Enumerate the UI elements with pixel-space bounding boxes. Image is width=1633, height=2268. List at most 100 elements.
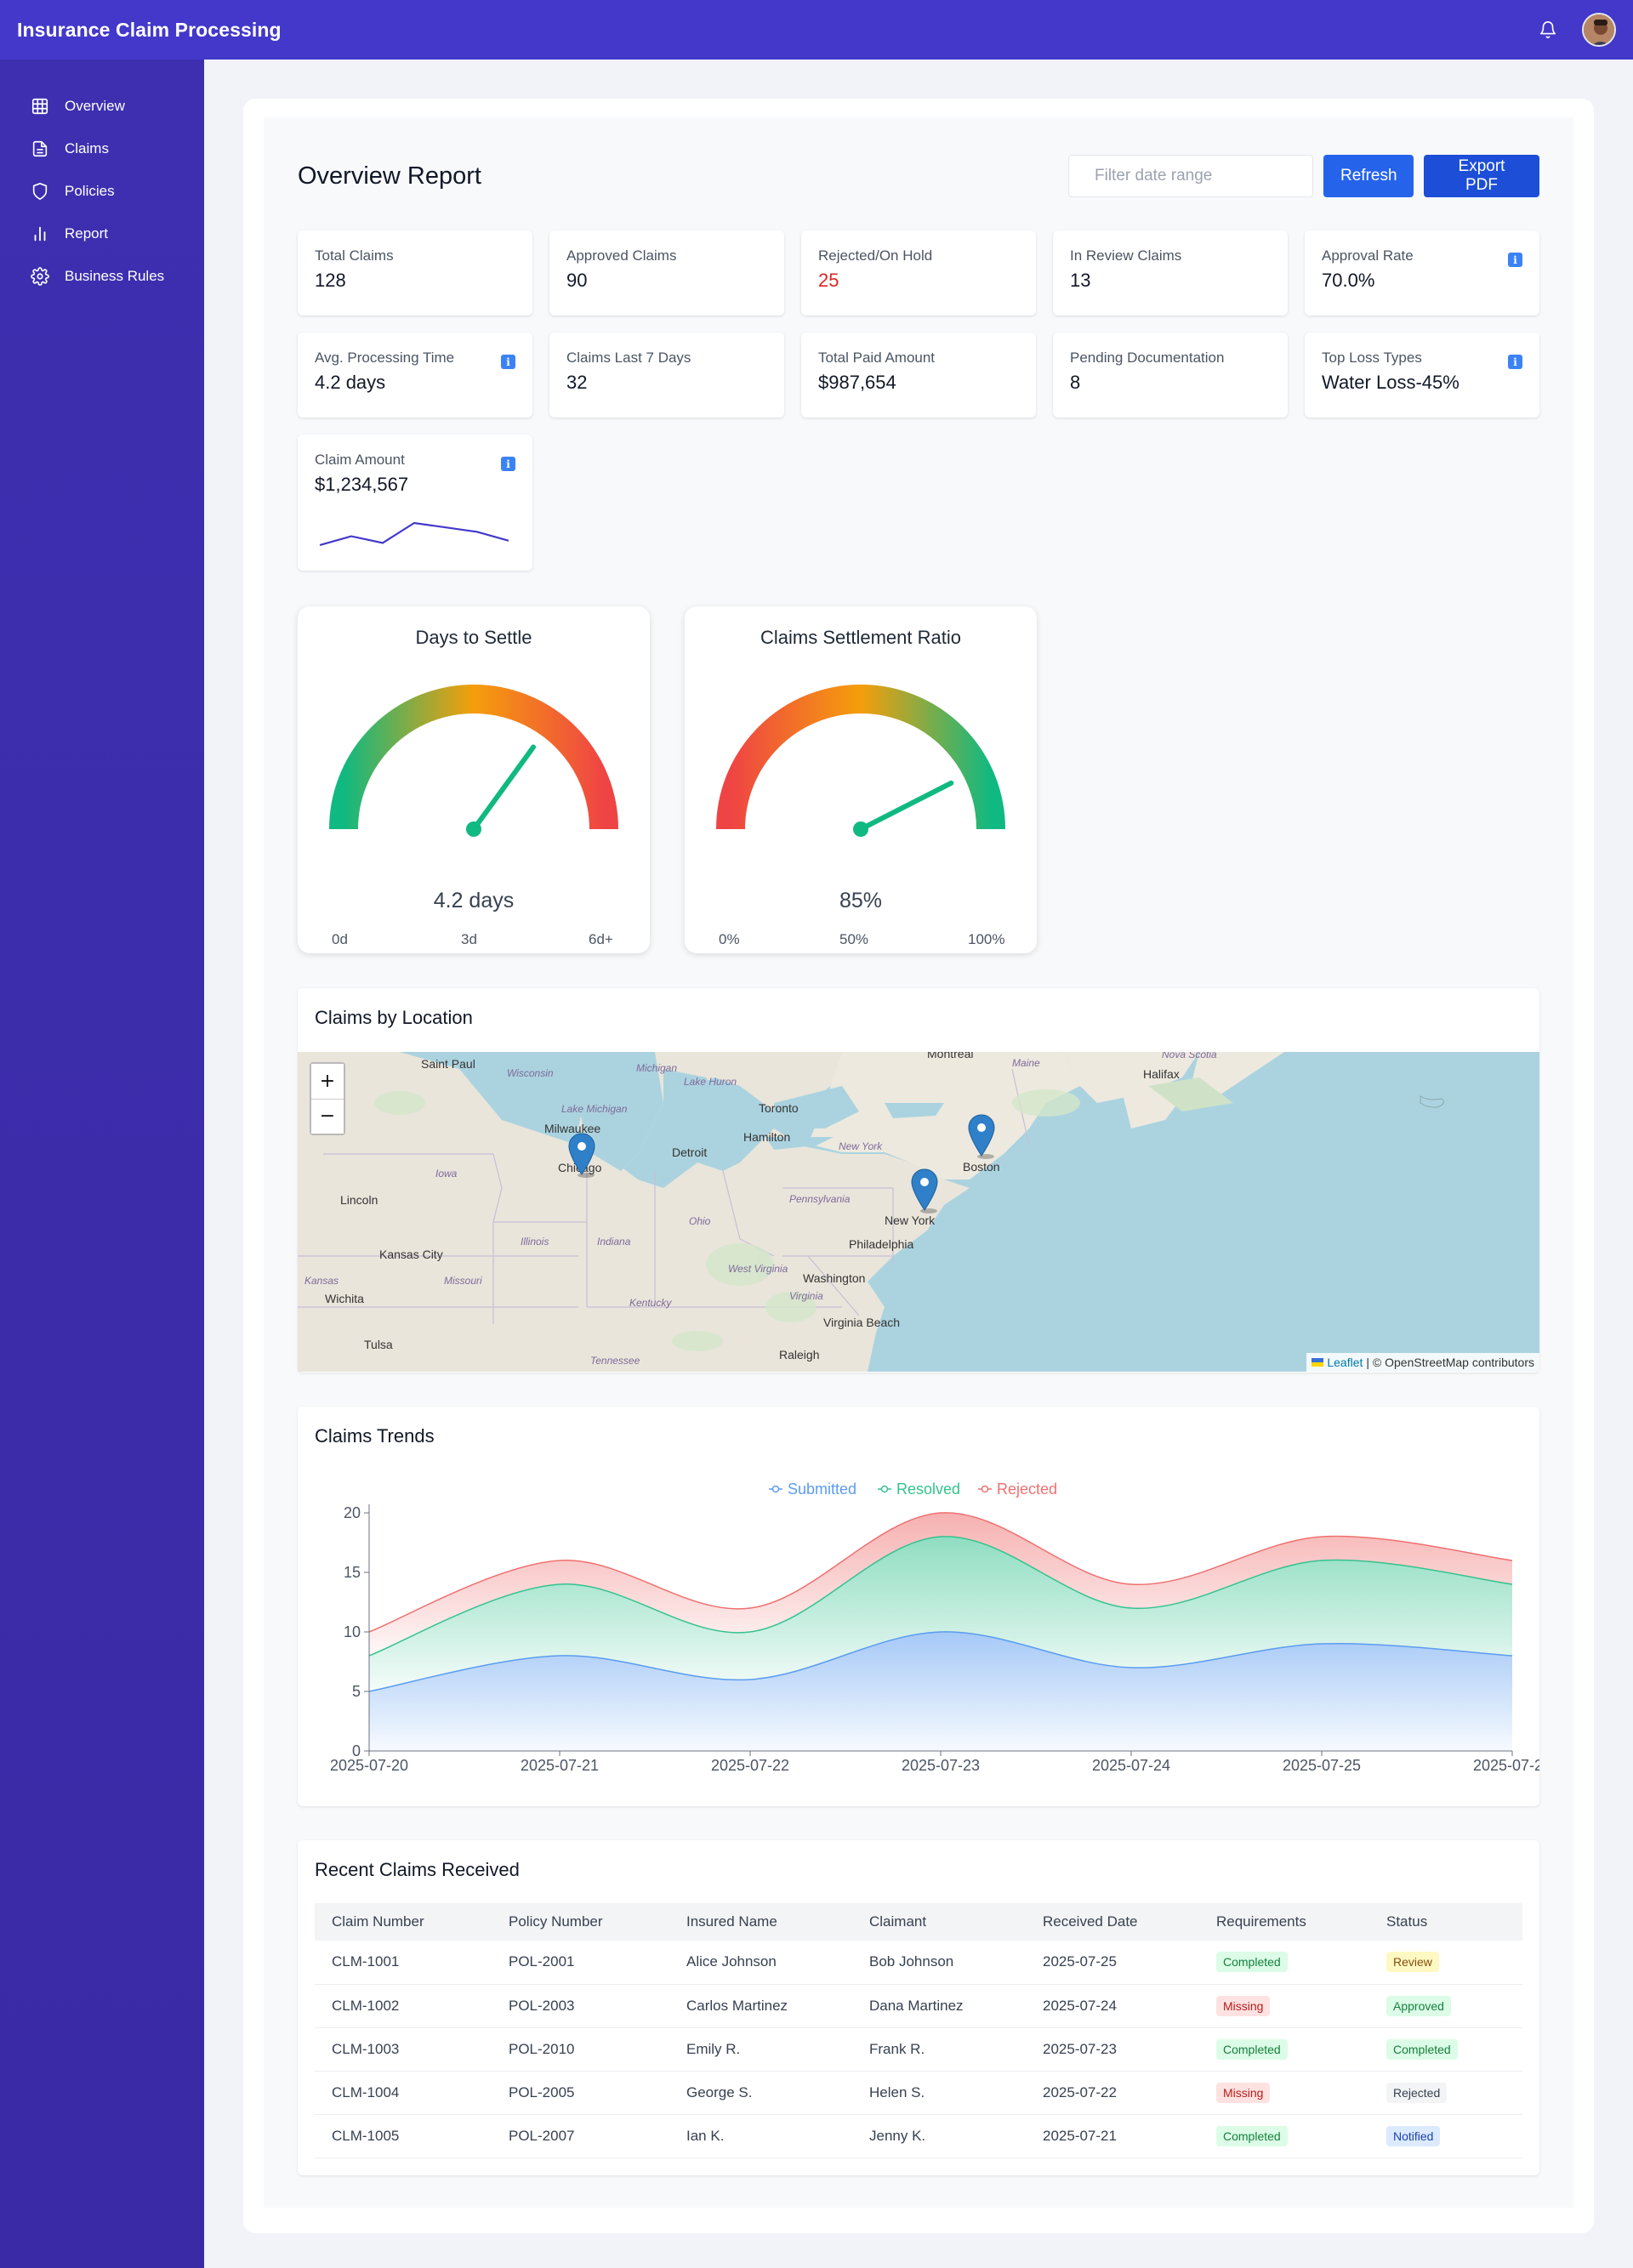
- table-row[interactable]: CLM-1005 POL-2007 Ian K. Jenny K. 2025-0…: [315, 2114, 1522, 2158]
- stat-label: In Review Claims: [1070, 247, 1182, 264]
- zoom-out-button[interactable]: −: [311, 1098, 344, 1134]
- gauge-title: Days to Settle: [415, 627, 532, 648]
- table-row[interactable]: CLM-1002 POL-2003 Carlos Martinez Dana M…: [315, 1984, 1522, 2028]
- legend-item-rejected[interactable]: Rejected: [978, 1481, 1057, 1498]
- svg-text:Resolved: Resolved: [896, 1481, 960, 1498]
- map-city-label: New York: [885, 1214, 936, 1227]
- refresh-button[interactable]: Refresh: [1323, 155, 1414, 197]
- legend-item-resolved[interactable]: Resolved: [878, 1481, 960, 1498]
- stat-total-paid-amount: Total Paid Amount $987,654: [801, 333, 1036, 418]
- gauge-tick-min: 0%: [719, 931, 740, 947]
- sidebar-item-overview[interactable]: Overview: [0, 85, 204, 128]
- gauge-arc: [329, 685, 618, 830]
- column-header[interactable]: Claim Number: [315, 1903, 492, 1941]
- x-tick-label: 2025-07-25: [1283, 1757, 1361, 1774]
- recent-claims-panel: Recent Claims Received Claim Number Poli…: [298, 1840, 1539, 2175]
- info-icon[interactable]: i: [1508, 355, 1522, 369]
- info-icon[interactable]: i: [501, 355, 515, 369]
- stat-rejected-on-hold: Rejected/On Hold 25: [801, 230, 1036, 315]
- osm-attribution: | © OpenStreetMap contributors: [1366, 1356, 1534, 1369]
- claims-by-location-panel: Claims by Location Saint Paul Milwaukee …: [298, 988, 1539, 1373]
- stat-value: $1,234,567: [315, 474, 409, 495]
- map-state-label: New York: [839, 1140, 883, 1152]
- status-badge: Approved: [1386, 1995, 1451, 2016]
- top-bar: Insurance Claim Processing: [0, 0, 1633, 60]
- stat-label: Avg. Processing Time: [315, 350, 455, 366]
- map-marker-chicago[interactable]: [567, 1132, 596, 1178]
- export-pdf-button[interactable]: Export PDF: [1424, 155, 1539, 197]
- stat-value: 8: [1070, 372, 1081, 393]
- received-date: 2025-07-21: [1026, 2114, 1199, 2158]
- policy-number: POL-2007: [492, 2114, 669, 2158]
- stat-avg-processing-time: Avg. Processing Time 4.2 days i: [298, 333, 532, 418]
- claims-map[interactable]: Saint Paul Milwaukee Chicago Detroit Tor…: [298, 1052, 1539, 1372]
- received-date: 2025-07-23: [1026, 2027, 1199, 2072]
- map-city-label: Toronto: [759, 1101, 799, 1115]
- table-row[interactable]: CLM-1003 POL-2010 Emily R. Frank R. 2025…: [315, 2027, 1522, 2072]
- sidebar-item-claims[interactable]: Claims: [0, 128, 204, 170]
- sidebar-item-label: Policies: [65, 183, 115, 199]
- table-row[interactable]: CLM-1004 POL-2005 George S. Helen S. 202…: [315, 2071, 1522, 2115]
- map-city-label: Lincoln: [340, 1193, 378, 1207]
- map-state-label: West Virginia: [728, 1263, 788, 1275]
- legend-item-submitted[interactable]: Submitted: [769, 1481, 856, 1498]
- panel-title: Recent Claims Received: [315, 1859, 520, 1880]
- map-state-label: Nova Scotia: [1162, 1052, 1217, 1060]
- y-tick-label: 5: [352, 1683, 361, 1700]
- stat-value: 70.0%: [1322, 270, 1375, 291]
- recent-claims-table: Claim Number Policy Number Insured Name …: [315, 1903, 1522, 2158]
- bell-icon[interactable]: [1538, 20, 1558, 40]
- sidebar-item-policies[interactable]: Policies: [0, 170, 204, 213]
- ukraine-flag-icon: [1312, 1358, 1324, 1367]
- map-state-label: Lake Huron: [684, 1076, 737, 1088]
- document-icon: [32, 140, 48, 157]
- map-state-label: Ohio: [689, 1215, 711, 1227]
- column-header[interactable]: Requirements: [1199, 1903, 1369, 1941]
- gauge-tick-mid: 50%: [839, 931, 869, 947]
- requirements-badge: Completed: [1216, 2125, 1288, 2146]
- stat-label: Claim Amount: [315, 452, 405, 468]
- column-header[interactable]: Claimant: [852, 1903, 1026, 1941]
- stat-label: Claims Last 7 Days: [566, 350, 691, 366]
- map-state-label: Indiana: [597, 1236, 631, 1248]
- grid-icon: [31, 98, 48, 115]
- column-header[interactable]: Received Date: [1026, 1903, 1199, 1941]
- gauge-title: Claims Settlement Ratio: [760, 627, 961, 648]
- requirements-badge: Completed: [1216, 2038, 1288, 2060]
- gauge-needle-hub: [853, 821, 868, 837]
- info-icon[interactable]: i: [501, 457, 515, 471]
- y-tick-label: 15: [344, 1564, 361, 1581]
- sidebar-item-label: Overview: [65, 98, 125, 114]
- requirements-badge: Completed: [1216, 1952, 1288, 1973]
- column-header[interactable]: Status: [1369, 1903, 1522, 1941]
- map-marker-boston[interactable]: [967, 1113, 996, 1159]
- column-header[interactable]: Insured Name: [669, 1903, 852, 1941]
- column-header[interactable]: Policy Number: [492, 1903, 669, 1941]
- zoom-in-button[interactable]: +: [311, 1064, 344, 1099]
- report-header: Overview Report Refresh Export PDF: [298, 153, 1539, 199]
- table-row[interactable]: CLM-1001 POL-2001 Alice Johnson Bob John…: [315, 1941, 1522, 1985]
- avatar[interactable]: [1582, 13, 1616, 47]
- stat-value: 128: [315, 270, 346, 291]
- gauge-tick-min: 0d: [332, 931, 348, 947]
- claim-number: CLM-1001: [315, 1941, 492, 1985]
- y-tick-label: 10: [344, 1623, 361, 1640]
- sidebar-item-label: Report: [65, 225, 109, 242]
- policy-number: POL-2005: [492, 2071, 669, 2115]
- sidebar-item-business-rules[interactable]: Business Rules: [0, 255, 204, 298]
- x-tick-label: 2025-07-22: [711, 1757, 789, 1774]
- claims-trends-chart: 051015202025-07-20 2025-07-21 2025-07-22 20…: [330, 1481, 1539, 1774]
- map-city-label: Kansas City: [379, 1248, 443, 1261]
- info-icon[interactable]: i: [1508, 253, 1522, 267]
- stat-label: Approval Rate: [1322, 247, 1414, 264]
- sidebar-item-report[interactable]: Report: [0, 213, 204, 255]
- map-city-label: Virginia Beach: [823, 1316, 901, 1329]
- map-marker-new-york[interactable]: [910, 1168, 939, 1214]
- insured-name: George S.: [669, 2071, 852, 2115]
- leaflet-link[interactable]: Leaflet: [1327, 1356, 1363, 1369]
- map-state-label: Maine: [1012, 1057, 1040, 1069]
- date-range-input[interactable]: [1068, 155, 1313, 197]
- stat-approved-claims: Approved Claims 90: [549, 230, 784, 315]
- gauge-value: 85%: [839, 889, 883, 912]
- gauge-arc: [716, 685, 1005, 830]
